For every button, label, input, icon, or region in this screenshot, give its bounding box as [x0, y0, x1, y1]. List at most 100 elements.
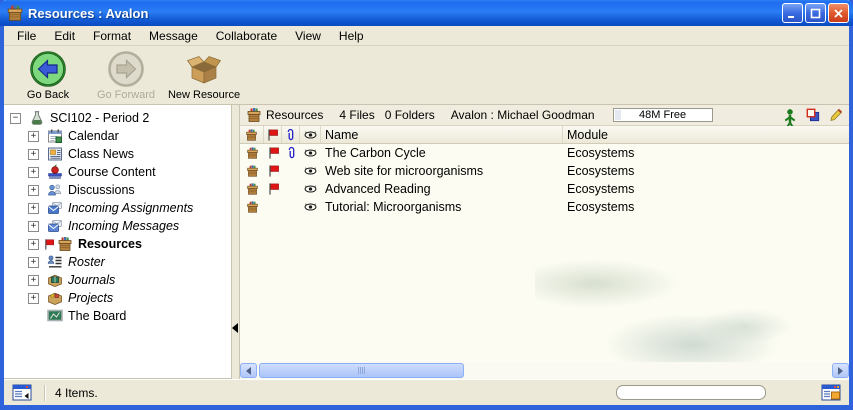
attachment-cell-empty: [282, 198, 300, 216]
expand-toggle[interactable]: +: [28, 167, 39, 178]
attachment-column-header[interactable]: [282, 126, 300, 143]
owner-label: Avalon : Michael Goodman: [451, 108, 595, 122]
table-row-tutorial-microorganisms[interactable]: Tutorial: MicroorganismsEcosystems: [240, 198, 849, 216]
table-row-the-carbon-cycle[interactable]: The Carbon CycleEcosystems: [240, 144, 849, 162]
free-space-label: 48M Free: [639, 109, 686, 121]
sidebar-item-course-content[interactable]: +Course Content: [4, 163, 231, 181]
expand-toggle[interactable]: +: [28, 293, 39, 304]
flag-icon: [264, 180, 282, 198]
new-resource-button[interactable]: New Resource: [168, 50, 240, 101]
eye-icon: [300, 144, 321, 162]
horizontal-scrollbar[interactable]: [240, 362, 849, 379]
discussions-icon: [47, 182, 63, 198]
expand-toggle[interactable]: +: [28, 131, 39, 142]
sidebar-item-class-news[interactable]: +Class News: [4, 145, 231, 163]
panel-splitter[interactable]: [232, 105, 240, 379]
collapse-toggle[interactable]: −: [10, 113, 21, 124]
eye-icon: [300, 162, 321, 180]
title-bar[interactable]: Resources : Avalon: [0, 0, 853, 26]
menu-item-help[interactable]: Help: [330, 27, 373, 45]
collapse-tree-arrow-icon[interactable]: [232, 323, 238, 333]
pencil-icon[interactable]: [829, 108, 843, 123]
background-watermark: [535, 255, 805, 370]
menu-item-message[interactable]: Message: [140, 27, 207, 45]
sidebar-item-roster[interactable]: +Roster: [4, 253, 231, 271]
scroll-right-button[interactable]: [832, 363, 849, 378]
expand-toggle[interactable]: +: [28, 221, 39, 232]
menu-bar: FileEditFormatMessageCollaborateViewHelp: [4, 26, 849, 46]
expand-toggle[interactable]: +: [28, 185, 39, 196]
expand-toggle[interactable]: +: [28, 239, 39, 250]
tree-root-sci102-period-2[interactable]: −SCI102 - Period 2: [4, 109, 231, 127]
main-area: −SCI102 - Period 2+Calendar+Class News+C…: [4, 105, 849, 379]
menu-item-format[interactable]: Format: [84, 27, 140, 45]
resource-list: The Carbon CycleEcosystemsWeb site for m…: [240, 144, 849, 216]
layout-view-icon[interactable]: [821, 384, 841, 401]
files-count: 4 Files: [339, 108, 374, 122]
close-button[interactable]: [828, 3, 849, 23]
resource-name: Advanced Reading: [321, 180, 563, 198]
sidebar-item-incoming-assignments[interactable]: +Incoming Assignments: [4, 199, 231, 217]
table-row-advanced-reading[interactable]: Advanced ReadingEcosystems: [240, 180, 849, 198]
sidebar-item-projects[interactable]: +Projects: [4, 289, 231, 307]
expand-toggle[interactable]: +: [28, 203, 39, 214]
table-row-web-site-for-microorganisms[interactable]: Web site for microorganismsEcosystems: [240, 162, 849, 180]
visibility-column-header[interactable]: [300, 126, 321, 143]
sidebar-item-journals[interactable]: +Journals: [4, 271, 231, 289]
course-content-icon: [47, 164, 63, 180]
flask-icon: [29, 110, 45, 126]
menu-item-edit[interactable]: Edit: [45, 27, 84, 45]
go-back-button[interactable]: Go Back: [12, 50, 84, 101]
expand-toggle[interactable]: +: [28, 275, 39, 286]
resource-module: Ecosystems: [563, 162, 849, 180]
menu-item-file[interactable]: File: [8, 27, 45, 45]
go-forward-icon: [107, 50, 145, 88]
resource-item-icon: [240, 162, 264, 180]
column-header-row: Name Module: [240, 126, 849, 144]
roster-icon: [47, 254, 63, 270]
items-count: 4 Items.: [55, 386, 98, 400]
module-column-header[interactable]: Module: [563, 126, 849, 143]
item-column-header[interactable]: [240, 126, 264, 143]
name-column-header[interactable]: Name: [321, 126, 563, 143]
flag-column-header[interactable]: [264, 126, 282, 143]
go-back-icon: [29, 50, 67, 88]
resource-item-icon: [240, 144, 264, 162]
status-separator: [44, 385, 45, 401]
menu-item-collaborate[interactable]: Collaborate: [207, 27, 286, 45]
sidebar-item-resources[interactable]: +Resources: [4, 235, 231, 253]
calendar-icon: [47, 128, 63, 144]
sidebar-item-calendar[interactable]: +Calendar: [4, 127, 231, 145]
free-space-fill: [615, 110, 621, 120]
menu-item-view[interactable]: View: [286, 27, 330, 45]
expand-toggle[interactable]: +: [28, 149, 39, 160]
attachment-cell-empty: [282, 180, 300, 198]
sidebar-item-discussions[interactable]: +Discussions: [4, 181, 231, 199]
resource-module: Ecosystems: [563, 144, 849, 162]
sidebar-item-the-board[interactable]: The Board: [4, 307, 231, 325]
course-tree: −SCI102 - Period 2+Calendar+Class News+C…: [4, 105, 232, 379]
resources-box-icon: [246, 107, 262, 123]
resource-item-icon: [240, 180, 264, 198]
folders-count: 0 Folders: [385, 108, 435, 122]
projects-icon: [47, 290, 63, 306]
eye-icon: [300, 198, 321, 216]
scroll-left-button[interactable]: [240, 363, 257, 378]
scrollbar-thumb[interactable]: [259, 363, 464, 378]
flag-icon: [43, 238, 55, 251]
app-icon: [6, 4, 24, 22]
panel-view-icon[interactable]: [12, 384, 32, 401]
maximize-button[interactable]: [805, 3, 826, 23]
journals-icon: [47, 272, 63, 288]
expand-toggle[interactable]: +: [28, 257, 39, 268]
resource-name: Tutorial: Microorganisms: [321, 198, 563, 216]
layers-icon[interactable]: [806, 108, 820, 123]
attachment-cell-empty: [282, 162, 300, 180]
window-controls: [782, 3, 849, 23]
paperclip-icon: [282, 144, 300, 162]
resource-name: Web site for microorganisms: [321, 162, 563, 180]
person-icon[interactable]: [783, 108, 797, 123]
app-window: Resources : Avalon FileEditFormatMessage…: [0, 0, 853, 410]
sidebar-item-incoming-messages[interactable]: +Incoming Messages: [4, 217, 231, 235]
minimize-button[interactable]: [782, 3, 803, 23]
